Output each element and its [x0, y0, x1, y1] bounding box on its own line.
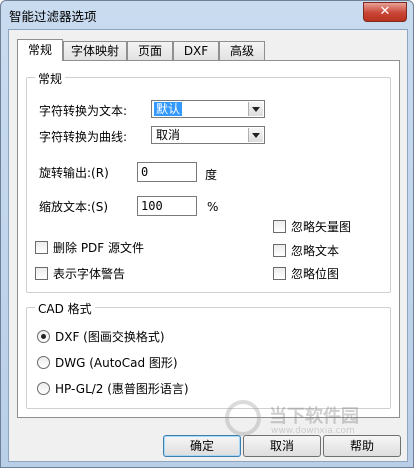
- cad-hpgl-radio[interactable]: [37, 382, 50, 395]
- cad-hpgl-label: HP-GL/2 (惠普图形语言): [55, 382, 189, 396]
- ignore-bitmap-checkbox[interactable]: [273, 267, 286, 280]
- cad-dxf-radio[interactable]: [37, 330, 50, 343]
- char-to-text-label: 字符转换为文本:: [39, 104, 128, 118]
- tab-panel-general: 常规 字符转换为文本: 默认 字符转换为曲线: 取消 旋转输出:(R) 度 缩放…: [17, 60, 400, 418]
- rotate-input[interactable]: [137, 162, 197, 182]
- ignore-vector-checkbox[interactable]: [273, 220, 286, 233]
- scale-input[interactable]: [137, 196, 197, 216]
- tab-page[interactable]: 页面: [127, 41, 173, 60]
- delete-pdf-checkbox[interactable]: [35, 241, 48, 254]
- tab-general[interactable]: 常规: [17, 39, 63, 61]
- char-to-text-select[interactable]: 默认: [151, 100, 265, 118]
- general-group-label: 常规: [35, 70, 66, 87]
- char-to-curve-value: 取消: [156, 128, 181, 142]
- scale-unit: %: [207, 200, 219, 214]
- ignore-bitmap-label: 忽略位图: [291, 267, 340, 281]
- ignore-vector-label: 忽略矢量图: [291, 220, 352, 234]
- watermark-logo-icon: [225, 400, 261, 436]
- font-warning-checkbox[interactable]: [35, 267, 48, 280]
- cad-group-label: CAD 格式: [35, 300, 95, 317]
- tab-font-mapping[interactable]: 字体映射: [63, 41, 127, 60]
- chevron-down-icon[interactable]: [248, 128, 263, 142]
- delete-pdf-label: 删除 PDF 源文件: [53, 241, 145, 255]
- font-warning-label: 表示字体警告: [53, 267, 126, 281]
- rotate-unit: 度: [205, 168, 218, 182]
- ignore-text-checkbox[interactable]: [273, 244, 286, 257]
- watermark-url: www.downxia.com: [271, 426, 355, 436]
- cad-dwg-radio[interactable]: [37, 356, 50, 369]
- scale-label: 缩放文本:(S): [39, 200, 109, 214]
- tab-advanced[interactable]: 高级: [219, 41, 265, 60]
- cad-group: CAD 格式 DXF (图画交换格式) DWG (AutoCad 图形) HP-…: [26, 300, 391, 409]
- close-button[interactable]: ✕: [363, 2, 407, 22]
- general-group: 常规 字符转换为文本: 默认 字符转换为曲线: 取消 旋转输出:(R) 度 缩放…: [26, 70, 391, 293]
- window-title: 智能过滤器选项: [9, 9, 97, 24]
- cad-dwg-label: DWG (AutoCad 图形): [55, 356, 178, 370]
- tab-dxf[interactable]: DXF: [173, 41, 219, 60]
- watermark: 当下软件园 www.downxia.com: [219, 400, 359, 440]
- title-bar[interactable]: 智能过滤器选项 ✕: [1, 1, 413, 29]
- rotate-label: 旋转输出:(R): [39, 166, 109, 180]
- char-to-curve-label: 字符转换为曲线:: [39, 130, 128, 144]
- close-icon: ✕: [379, 4, 391, 19]
- dialog-window: 智能过滤器选项 ✕ 常规 字体映射 页面 DXF 高级 常规 字符转换为文本: …: [0, 0, 414, 468]
- cad-dxf-label: DXF (图画交换格式): [55, 330, 165, 344]
- ignore-text-label: 忽略文本: [291, 244, 340, 258]
- char-to-text-value: 默认: [154, 102, 183, 116]
- watermark-brand: 当下软件园: [269, 406, 359, 427]
- chevron-down-icon[interactable]: [248, 102, 263, 116]
- dialog-client: 常规 字体映射 页面 DXF 高级 常规 字符转换为文本: 默认 字符转换为曲线…: [8, 29, 408, 462]
- char-to-curve-select[interactable]: 取消: [151, 126, 265, 144]
